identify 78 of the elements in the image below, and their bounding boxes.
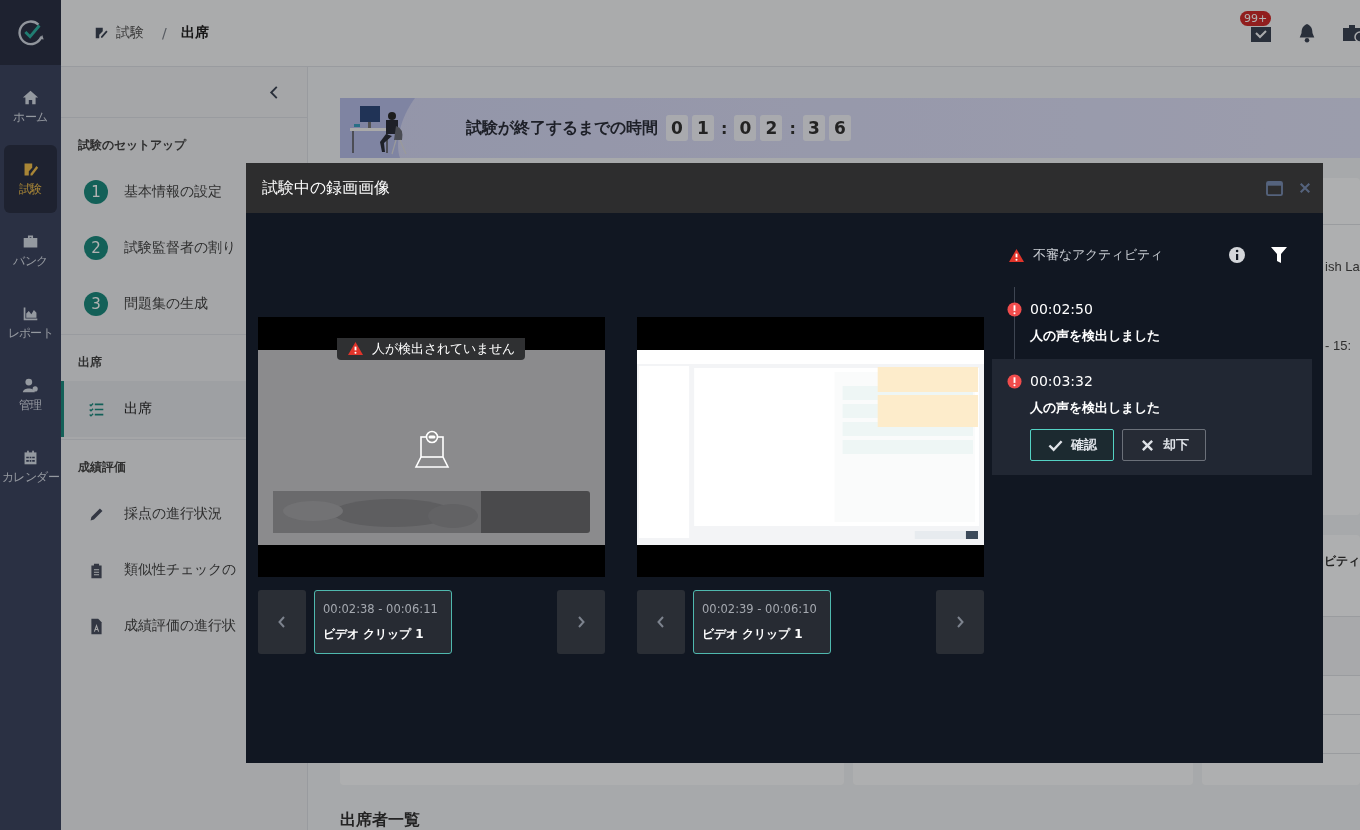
checklist-icon: [87, 400, 105, 418]
card-text: ish La: [1325, 259, 1360, 274]
warning-text: 人が検出されていません: [372, 339, 515, 358]
breadcrumb-item: 出席: [180, 24, 209, 42]
step-number: 2: [84, 236, 108, 260]
clip-label: ビデオ クリップ 1: [323, 625, 424, 643]
sidebar-item[interactable]: 類似性チェックの: [61, 542, 307, 598]
video-clip-card[interactable]: 00:02:38 - 00:06:11 ビデオ クリップ 1: [314, 590, 452, 654]
chevron-right-icon: [956, 616, 964, 628]
banner-title: 試験が終了するまでの時間: [466, 117, 658, 139]
sidebar-label: 成績評価の進行状: [124, 617, 236, 635]
sidebar-label: 出席: [124, 400, 152, 418]
section-title: 成績評価: [77, 459, 127, 476]
nav-item[interactable]: ホーム: [4, 73, 57, 141]
activity-time: 00:03:32: [1030, 373, 1094, 389]
home-icon: [22, 88, 39, 106]
clip-time-range: 00:02:38 - 00:06:11: [323, 601, 438, 616]
nav-item[interactable]: レポート: [4, 289, 57, 357]
sidebar-label: 基本情報の設定: [124, 183, 222, 201]
sidebar-label: 採点の進行状況: [124, 505, 222, 523]
alert-icon: [1007, 374, 1022, 389]
clip-time-range: 00:02:39 - 00:06:10: [702, 601, 817, 616]
logo-icon[interactable]: [15, 17, 46, 48]
activity-item[interactable]: 00:03:32 人の声を検出しました 確認 却下: [992, 359, 1312, 475]
timer-digit: 3: [802, 115, 825, 141]
timer-digit: 0: [734, 115, 757, 141]
breadcrumb-separator: /: [162, 25, 167, 41]
panel-title: 不審なアクティビティ: [1033, 246, 1163, 264]
sidebar-label: 試験監督者の割り: [124, 239, 236, 257]
timer-digit: 2: [760, 115, 783, 141]
close-icon: [1139, 438, 1155, 452]
user-gear-icon: [22, 376, 39, 394]
sidebar-item[interactable]: 成績評価の進行状: [61, 598, 307, 654]
sidebar-item[interactable]: 2 試験監督者の割り: [61, 220, 307, 276]
alert-icon: [1007, 302, 1022, 317]
sidebar-label: 問題集の生成: [124, 295, 208, 313]
pencil-paper-icon: [94, 26, 108, 40]
check-icon: [1047, 438, 1063, 452]
nav-item[interactable]: 試験: [4, 145, 57, 213]
collapse-chevron-icon[interactable]: [269, 85, 279, 99]
timer-separator: :: [788, 118, 797, 138]
activity-message: 人の声を検出しました: [1030, 399, 1161, 417]
chevron-left-icon: [657, 616, 665, 628]
sidebar-item[interactable]: 3 問題集の生成: [61, 276, 307, 332]
warning-icon: [347, 341, 364, 356]
notification-badge: 99+: [1240, 11, 1272, 26]
step-number: 3: [84, 292, 108, 316]
card-heading: ビティ: [1323, 553, 1360, 570]
timer-digit: 1: [692, 115, 714, 141]
filter-icon[interactable]: [1270, 246, 1288, 264]
chevron-left-icon: [278, 616, 286, 628]
activity-item[interactable]: 00:02:50 人の声を検出しました: [992, 287, 1312, 359]
video-clip-card[interactable]: 00:02:39 - 00:06:10 ビデオ クリップ 1: [693, 590, 831, 654]
sidebar-label: 類似性チェックの: [124, 561, 236, 579]
section-title: 出席者一覧: [340, 810, 421, 830]
calendar-icon: [22, 448, 39, 466]
confirm-button[interactable]: 確認: [1030, 429, 1114, 461]
briefcase-clock-icon[interactable]: [1342, 23, 1360, 43]
breadcrumb-item[interactable]: 試験: [116, 24, 144, 42]
nav-item[interactable]: 管理: [4, 361, 57, 429]
modal-title: 試験中の録画画像: [262, 177, 390, 199]
info-icon[interactable]: [1228, 246, 1246, 264]
reject-button[interactable]: 却下: [1122, 429, 1206, 461]
warning-icon: [1008, 247, 1025, 263]
sidebar-item[interactable]: 採点の進行状況: [61, 486, 307, 542]
nav-item[interactable]: カレンダー: [4, 433, 57, 501]
clip-label: ビデオ クリップ 1: [702, 625, 803, 643]
nav-item[interactable]: バンク: [4, 217, 57, 285]
timer-digit: 0: [666, 115, 688, 141]
section-title: 出席: [77, 354, 103, 371]
section-title: 試験のセットアップ: [77, 137, 188, 154]
card-text: - 15:: [1325, 338, 1352, 353]
step-number: 1: [84, 180, 108, 204]
timer-digit: 6: [828, 115, 851, 141]
timer-separator: :: [720, 118, 729, 138]
activity-time: 00:02:50: [1030, 301, 1094, 317]
chevron-right-icon: [577, 616, 585, 628]
activity-message: 人の声を検出しました: [1030, 327, 1160, 345]
